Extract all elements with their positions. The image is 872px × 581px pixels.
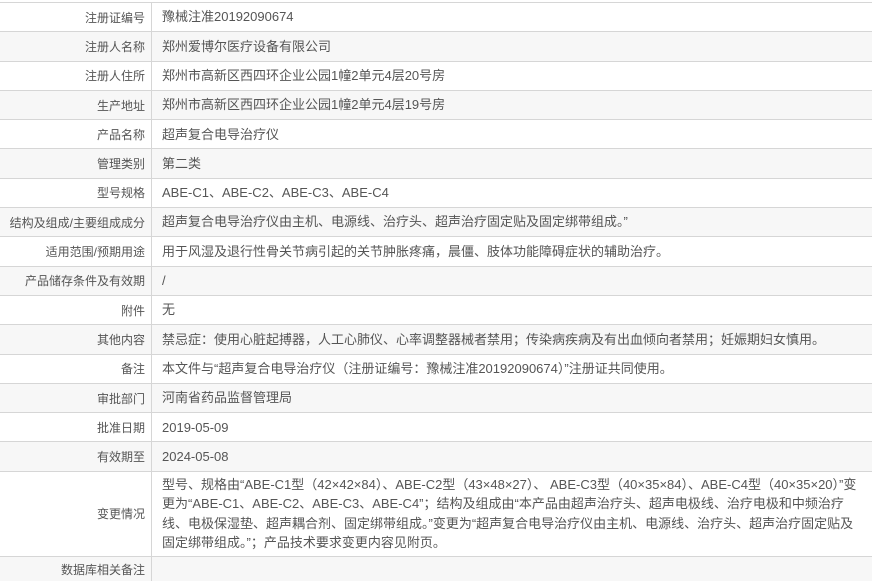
row-value-cell: 郑州市高新区西四环企业公园1幢2单元4层19号房 (152, 91, 872, 119)
row-label-cell: 有效期至 (0, 442, 152, 471)
table-row-attachment: 附件 无 (0, 294, 872, 325)
row-value-cell: 2024-05-08 (152, 442, 872, 470)
row-label: 生产地址 (96, 98, 145, 113)
row-value-cell: 型号、规格由“ABE-C1型（42×42×84）、ABE-C2型（43×48×2… (152, 472, 872, 556)
row-label: 型号规格 (96, 186, 145, 201)
row-value-cell: 禁忌症：使用心脏起搏器，人工心肺仪、心率调整器械者禁用；传染病疾病及有出血倾向者… (152, 325, 872, 353)
row-label: 注册人名称 (84, 39, 145, 54)
row-value-cell: 用于风湿及退行性骨关节病引起的关节肿胀疼痛，晨僵、肢体功能障碍症状的辅助治疗。 (152, 237, 872, 265)
row-value: ABE-C1、ABE-C2、ABE-C3、ABE-C4 (162, 185, 389, 201)
row-label: 备注 (120, 362, 145, 377)
row-label: 注册证编号 (84, 10, 145, 25)
row-label: 批准日期 (96, 420, 145, 435)
table-row-other-content: 其他内容 禁忌症：使用心脏起搏器，人工心肺仪、心率调整器械者禁用；传染病疾病及有… (0, 324, 872, 354)
row-value: 用于风湿及退行性骨关节病引起的关节肿胀疼痛，晨僵、肢体功能障碍症状的辅助治疗。 (162, 243, 670, 259)
table-row-valid-until: 有效期至 2024-05-08 (0, 441, 872, 471)
row-value-cell: ABE-C1、ABE-C2、ABE-C3、ABE-C4 (152, 179, 872, 207)
row-value-cell: 2019-05-09 (152, 413, 872, 441)
row-label: 适用范围/预期用途 (45, 245, 145, 260)
row-label: 审批部门 (96, 391, 145, 406)
row-label-cell: 数据库相关备注 (0, 556, 152, 581)
row-value-cell: 郑州爱博尔医疗设备有限公司 (152, 32, 872, 60)
row-label-cell: 变更情况 (0, 471, 152, 556)
table-row-management-class: 管理类别 第二类 (0, 148, 872, 178)
row-label: 其他内容 (96, 332, 145, 347)
row-label-cell: 审批部门 (0, 383, 152, 413)
table-row-registrant-name: 注册人名称 郑州爱博尔医疗设备有限公司 (0, 31, 872, 61)
row-label-cell: 结构及组成/主要组成成分 (0, 208, 152, 237)
table-row-remark: 备注 本文件与“超声复合电导治疗仪（注册证编号：豫械注准20192090674）… (0, 353, 872, 383)
row-value-cell: 本文件与“超声复合电导治疗仪（注册证编号：豫械注准20192090674）”注册… (152, 355, 872, 383)
row-value: 超声复合电导治疗仪由主机、电源线、治疗头、超声治疗固定贴及固定绑带组成。” (162, 214, 628, 230)
table-row-change-status: 变更情况 型号、规格由“ABE-C1型（42×42×84）、ABE-C2型（43… (0, 470, 872, 556)
table-row-database-remark: 数据库相关备注 (0, 555, 872, 581)
table-row-reg-number: 注册证编号 豫械注准20192090674 (0, 2, 872, 32)
row-label: 变更情况 (96, 507, 145, 522)
row-label: 结构及组成/主要组成成分 (9, 215, 145, 230)
row-label: 管理类别 (96, 157, 145, 172)
row-value-cell: 第二类 (152, 149, 872, 177)
row-label: 有效期至 (96, 450, 145, 465)
row-value-cell: 河南省药品监督管理局 (152, 384, 872, 412)
row-value: 型号、规格由“ABE-C1型（42×42×84）、ABE-C2型（43×48×2… (162, 476, 857, 551)
row-value-cell: 豫械注准20192090674 (152, 3, 872, 31)
row-value: 河南省药品监督管理局 (162, 390, 293, 406)
row-label-cell: 注册人名称 (0, 32, 152, 61)
table-row-approval-department: 审批部门 河南省药品监督管理局 (0, 382, 872, 413)
row-label: 产品储存条件及有效期 (24, 274, 145, 289)
row-label-cell: 生产地址 (0, 90, 152, 120)
table-row-storage-validity: 产品储存条件及有效期 / (0, 265, 872, 295)
row-value: 郑州爱博尔医疗设备有限公司 (162, 38, 332, 54)
table-row-structure-composition: 结构及组成/主要组成成分 超声复合电导治疗仪由主机、电源线、治疗头、超声治疗固定… (0, 207, 872, 237)
row-label-cell: 批准日期 (0, 413, 152, 442)
row-value-cell: 超声复合电导治疗仪由主机、电源线、治疗头、超声治疗固定贴及固定绑带组成。” (152, 208, 872, 236)
row-value-cell: 超声复合电导治疗仪 (152, 120, 872, 148)
row-value: 超声复合电导治疗仪 (162, 126, 280, 142)
row-value: 2024-05-08 (162, 448, 229, 464)
table-row-production-address: 生产地址 郑州市高新区西四环企业公园1幢2单元4层19号房 (0, 89, 872, 120)
row-value: 本文件与“超声复合电导治疗仪（注册证编号：豫械注准20192090674）”注册… (162, 360, 673, 376)
table-row-model-spec: 型号规格 ABE-C1、ABE-C2、ABE-C3、ABE-C4 (0, 177, 872, 208)
row-label: 产品名称 (96, 127, 145, 142)
row-value: 豫械注准20192090674 (162, 9, 294, 25)
table-row-product-name: 产品名称 超声复合电导治疗仪 (0, 119, 872, 149)
row-label: 注册人住所 (84, 69, 145, 84)
row-label-cell: 注册人住所 (0, 61, 152, 90)
row-value: 禁忌症：使用心脏起搏器，人工心肺仪、心率调整器械者禁用；传染病疾病及有出血倾向者… (162, 331, 826, 347)
row-value-cell (152, 557, 872, 581)
row-label-cell: 其他内容 (0, 325, 152, 354)
row-label-cell: 附件 (0, 295, 152, 325)
row-label: 数据库相关备注 (60, 562, 145, 577)
row-label-cell: 型号规格 (0, 178, 152, 208)
row-label-cell: 注册证编号 (0, 3, 152, 32)
row-value-cell: / (152, 267, 872, 295)
row-value: 郑州市高新区西四环企业公园1幢2单元4层20号房 (162, 67, 446, 83)
row-value: 2019-05-09 (162, 419, 229, 435)
table-row-approval-date: 批准日期 2019-05-09 (0, 412, 872, 442)
table-row-intended-use: 适用范围/预期用途 用于风湿及退行性骨关节病引起的关节肿胀疼痛，晨僵、肢体功能障… (0, 236, 872, 266)
row-label-cell: 备注 (0, 354, 152, 383)
registration-info-table: 注册证编号 豫械注准20192090674 注册人名称 郑州爱博尔医疗设备有限公… (0, 2, 872, 581)
row-label-cell: 管理类别 (0, 149, 152, 178)
row-label-cell: 产品名称 (0, 120, 152, 149)
row-label-cell: 适用范围/预期用途 (0, 237, 152, 266)
row-value: 无 (162, 302, 176, 318)
row-label: 附件 (120, 303, 145, 318)
row-value: / (162, 273, 166, 289)
row-value: 郑州市高新区西四环企业公园1幢2单元4层19号房 (162, 97, 446, 113)
row-label-cell: 产品储存条件及有效期 (0, 266, 152, 295)
row-value-cell: 无 (152, 296, 872, 324)
table-row-registrant-address: 注册人住所 郑州市高新区西四环企业公园1幢2单元4层20号房 (0, 60, 872, 90)
row-value: 第二类 (162, 155, 202, 171)
row-value-cell: 郑州市高新区西四环企业公园1幢2单元4层20号房 (152, 62, 872, 90)
